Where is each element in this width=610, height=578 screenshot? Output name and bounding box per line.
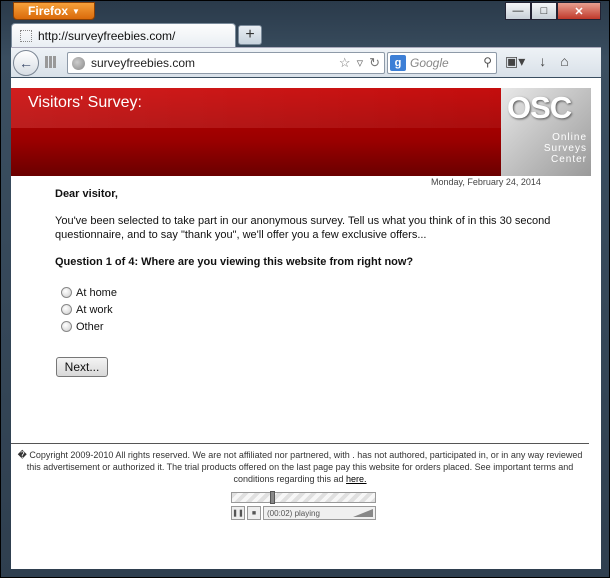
reload-icon[interactable]: ↻ bbox=[369, 55, 380, 71]
osc-subtitle-line: Center bbox=[550, 154, 587, 165]
page-icon bbox=[20, 29, 32, 42]
google-icon[interactable]: g bbox=[390, 55, 406, 71]
radio-button[interactable] bbox=[61, 287, 72, 298]
radio-button[interactable] bbox=[61, 321, 72, 332]
arrow-left-icon: ← bbox=[19, 55, 33, 71]
osc-subtitle-line: Surveys bbox=[543, 143, 587, 154]
tab-groups-icon[interactable] bbox=[45, 56, 57, 68]
download-icon[interactable]: ↓ bbox=[539, 53, 546, 70]
browser-tab[interactable]: http://surveyfreebies.com/ bbox=[11, 23, 236, 47]
seek-handle[interactable] bbox=[270, 491, 275, 504]
new-tab-button[interactable]: + bbox=[238, 25, 262, 45]
osc-logo-subtitle: Online Surveys Center bbox=[511, 132, 587, 165]
chevron-down-icon: ▼ bbox=[72, 6, 80, 16]
answer-options: At home At work Other bbox=[61, 284, 575, 335]
back-button[interactable]: ← bbox=[13, 50, 39, 76]
osc-subtitle-line: Online bbox=[552, 132, 587, 143]
terms-link[interactable]: here. bbox=[346, 474, 367, 484]
bookmarks-menu-icon[interactable]: ▣▾ bbox=[505, 53, 525, 70]
media-player: ❚❚ ■ (00:02) playing bbox=[231, 491, 376, 520]
firefox-menu-button[interactable]: Firefox ▼ bbox=[13, 2, 95, 20]
globe-icon bbox=[72, 56, 85, 70]
player-controls: ❚❚ ■ (00:02) playing bbox=[231, 506, 376, 520]
maximize-button[interactable]: □ bbox=[531, 2, 557, 20]
search-placeholder: Google bbox=[410, 56, 449, 70]
toolbar-icons: ▣▾ ↓ ⌂ bbox=[505, 53, 569, 70]
search-icon[interactable]: ⚲ bbox=[483, 55, 492, 69]
survey-banner: Visitors' Survey: OSC Online Surveys Cen… bbox=[11, 88, 591, 176]
close-button[interactable]: ✕ bbox=[557, 2, 601, 20]
volume-icon[interactable] bbox=[353, 509, 373, 517]
minimize-button[interactable]: — bbox=[505, 2, 531, 20]
option-label: Other bbox=[76, 320, 104, 333]
home-icon[interactable]: ⌂ bbox=[560, 53, 568, 70]
intro-text: You've been selected to take part in our… bbox=[55, 215, 551, 241]
osc-logo-panel: OSC Online Surveys Center bbox=[501, 88, 591, 176]
question-text: Question 1 of 4: Where are you viewing t… bbox=[55, 256, 414, 268]
option-at-home[interactable]: At home bbox=[61, 284, 575, 301]
firefox-menu-label: Firefox bbox=[28, 4, 69, 18]
tab-title: http://surveyfreebies.com/ bbox=[38, 28, 176, 43]
search-input[interactable]: g Google ⚲ bbox=[387, 52, 497, 74]
footer-divider bbox=[11, 443, 589, 444]
option-other[interactable]: Other bbox=[61, 318, 575, 335]
pause-icon[interactable]: ❚❚ bbox=[231, 506, 245, 520]
survey-body: Dear visitor, You've been selected to ta… bbox=[55, 188, 575, 335]
next-button[interactable]: Next... bbox=[56, 357, 108, 377]
osc-logo: OSC bbox=[507, 90, 572, 125]
footer: � Copyright 2009-2010 All rights reserve… bbox=[11, 449, 589, 485]
stop-icon[interactable]: ■ bbox=[247, 506, 261, 520]
option-label: At home bbox=[76, 286, 117, 299]
option-at-work[interactable]: At work bbox=[61, 301, 575, 318]
footer-text: � Copyright 2009-2010 All rights reserve… bbox=[17, 450, 583, 484]
bookmark-star-icon[interactable]: ☆ bbox=[339, 55, 351, 71]
date-text: Monday, February 24, 2014 bbox=[431, 177, 541, 187]
address-text: surveyfreebies.com bbox=[91, 56, 196, 70]
player-status-text: (00:02) playing bbox=[267, 508, 320, 518]
history-dropdown-icon[interactable]: ▿ bbox=[357, 55, 364, 71]
address-bar[interactable]: surveyfreebies.com ☆ ▿ ↻ bbox=[67, 52, 385, 74]
greeting: Dear visitor, bbox=[55, 188, 118, 200]
banner-title: Visitors' Survey: bbox=[28, 94, 142, 111]
page-content: Visitors' Survey: OSC Online Surveys Cen… bbox=[11, 78, 601, 569]
navigation-toolbar: ← surveyfreebies.com ☆ ▿ ↻ g Google ⚲ ▣▾… bbox=[11, 47, 601, 77]
radio-button[interactable] bbox=[61, 304, 72, 315]
player-status: (00:02) playing bbox=[263, 506, 376, 520]
window-controls: — □ ✕ bbox=[505, 2, 601, 20]
option-label: At work bbox=[76, 303, 113, 316]
seek-bar[interactable] bbox=[231, 491, 376, 504]
browser-window: Firefox ▼ — □ ✕ http://surveyfreebies.co… bbox=[0, 0, 610, 578]
